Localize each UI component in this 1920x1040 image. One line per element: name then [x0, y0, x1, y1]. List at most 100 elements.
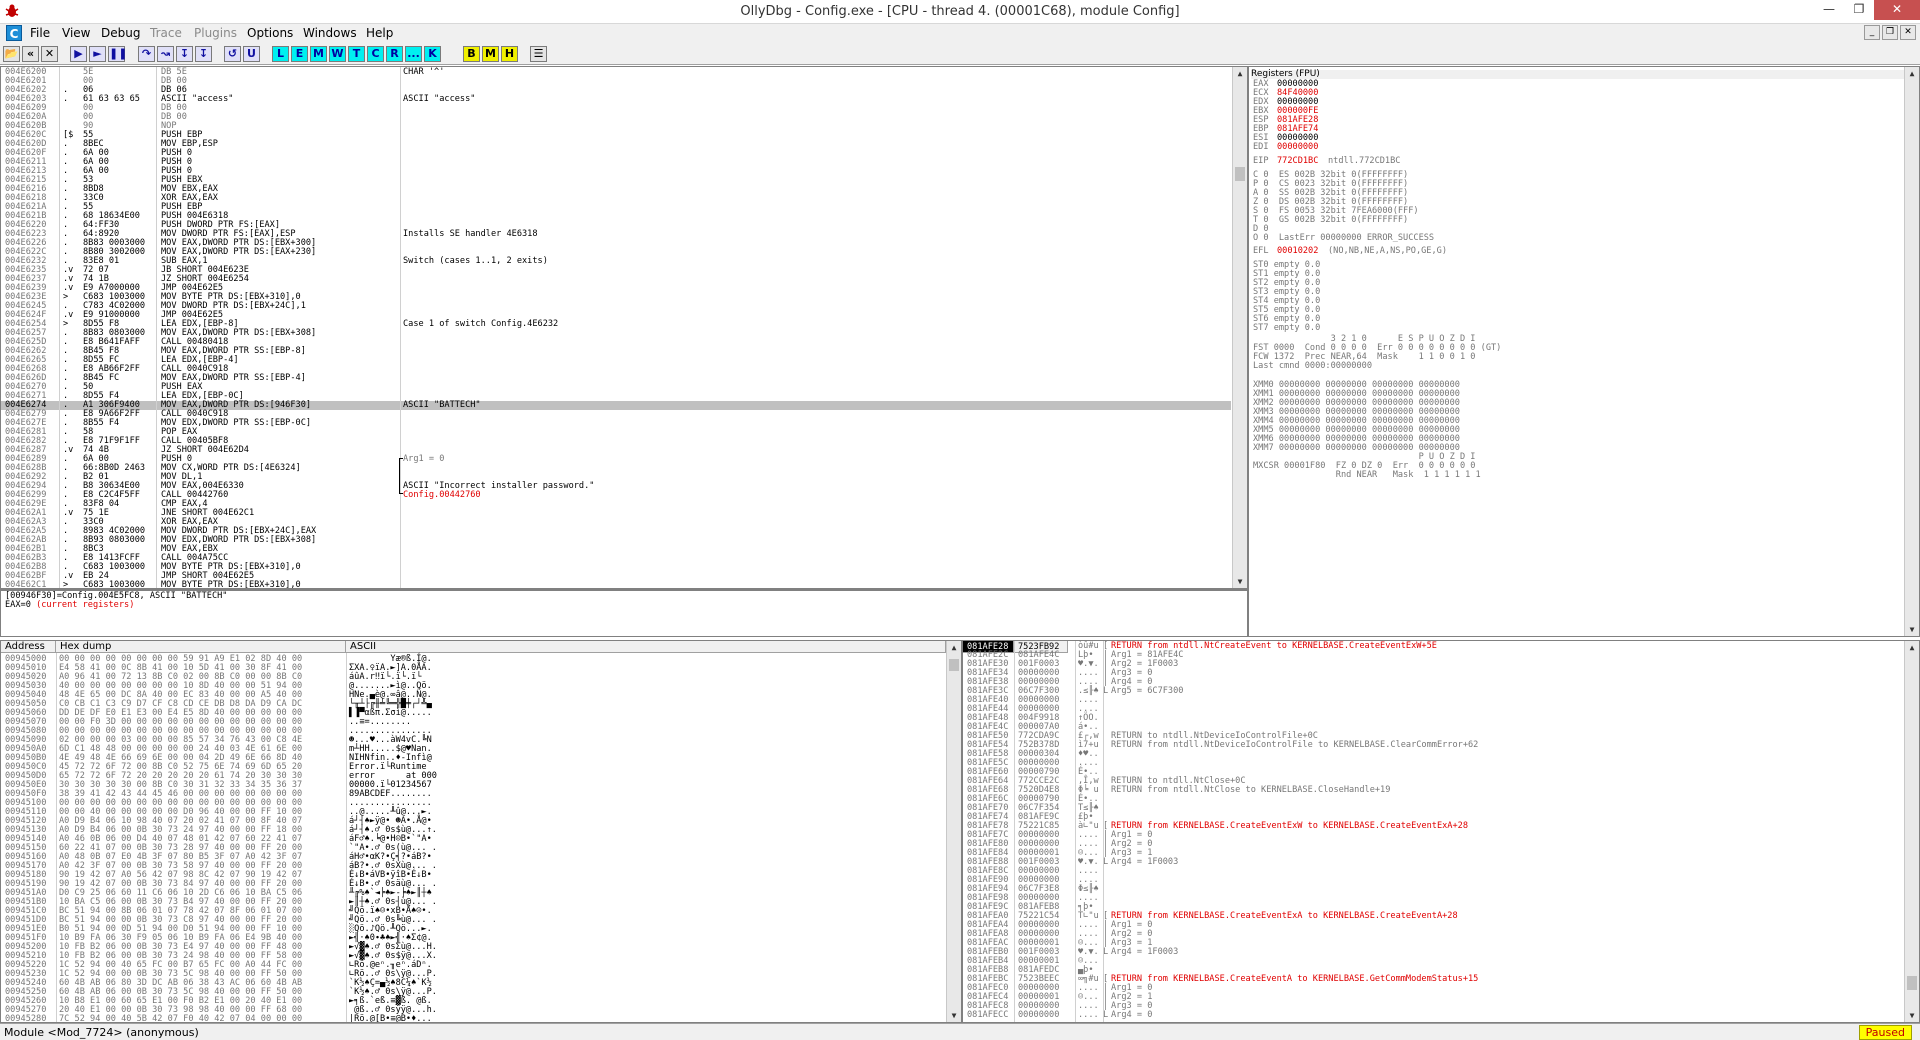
stack-row[interactable]: 081AFE90 00000000.... [963, 876, 1903, 885]
dump-ascii: |Rö.@[B•≡@B•♦... [349, 1015, 432, 1023]
memory-map-button[interactable]: M [482, 46, 499, 62]
stack-row[interactable]: 081AFE40 00000000.... [963, 696, 1903, 705]
menu-help[interactable]: Help [366, 26, 393, 40]
menu-bar: C File View Debug Trace Plugins Options … [0, 24, 1920, 43]
pause-icon[interactable]: ❚❚ [108, 46, 125, 62]
menu-trace[interactable]: Trace [150, 26, 182, 40]
register-value: 00000000 [1277, 143, 1318, 152]
list-icon[interactable]: ☰ [530, 46, 547, 62]
stack-row[interactable]: 081AFE3C 06C7F300 .≤╟♠ L Arg5 = 6C7F300 [963, 687, 1903, 696]
stack-row[interactable]: 081AFEB0 001F0003 ♥.▼. L Arg4 = 1F0003 [963, 948, 1903, 957]
menu-options[interactable]: Options [247, 26, 293, 40]
mdi-close-button[interactable]: ✕ [1900, 25, 1916, 40]
run-trace-window-button[interactable]: ... [405, 46, 422, 62]
mdi-minimize-button[interactable]: _ [1864, 25, 1880, 40]
register-name: EFL [1253, 247, 1269, 256]
dump-header-address[interactable]: Address [1, 641, 56, 653]
scroll-down-icon[interactable]: ▼ [949, 1011, 959, 1020]
close-button[interactable]: ✕ [1874, 0, 1920, 20]
scroll-down-icon[interactable]: ▼ [1907, 625, 1917, 634]
stack-row[interactable]: 081AFE98 00000000.... [963, 894, 1903, 903]
scroll-thumb[interactable] [949, 659, 959, 671]
stack-row[interactable]: 081AFE4C 000007A0 á•.. [963, 723, 1903, 732]
scroll-down-icon[interactable]: ▼ [1235, 577, 1245, 586]
stack-row[interactable]: 081AFE6C 00000790 É•.. [963, 795, 1903, 804]
windows-window-button[interactable]: W [329, 46, 346, 62]
stack-row[interactable]: 081AFECC 00000000.... L Arg4 = 0 [963, 1011, 1903, 1020]
menu-view[interactable]: View [62, 26, 90, 40]
disassembly-scrollbar[interactable]: ▲ ▼ [1232, 67, 1247, 588]
stack-pane[interactable]: 081AFE28 7523FB92 ▲ ▼ òû#u[RETURN from n… [962, 640, 1920, 1023]
dump-header-ascii[interactable]: ASCII [346, 641, 946, 653]
registers-scrollbar[interactable]: ▲ ▼ [1904, 67, 1919, 636]
step-into-icon[interactable]: ↷ [138, 46, 155, 62]
scroll-thumb[interactable] [1235, 167, 1245, 181]
stack-row[interactable]: 081AFE54 752B378D ì7+u RETURN from ntdll.Nt… [963, 741, 1903, 750]
menu-windows[interactable]: Windows [303, 26, 357, 40]
scroll-thumb[interactable] [1907, 976, 1917, 990]
stack-row[interactable]: 081AFE70 06C7F354 T≤╟♠ [963, 804, 1903, 813]
cpu-window-icon[interactable]: C [6, 25, 22, 41]
stack-address: 081AFECC [967, 1011, 1008, 1020]
cpu-window-button[interactable]: C [367, 46, 384, 62]
dump-row[interactable]: 00945280 7C 52 94 00 40 5B 42 07 F0 40 42… [1, 1015, 945, 1023]
execute-till-return-icon[interactable]: ↺ [224, 46, 241, 62]
mdi-restore-button[interactable]: ❐ [1882, 25, 1898, 40]
stack-row[interactable]: 081AFE60 00000790 É•.. [963, 768, 1903, 777]
close-icon[interactable]: ✕ [41, 46, 58, 62]
open-icon[interactable]: 📂 [3, 46, 20, 62]
stack-row[interactable]: 081AFE5C 00000000.... [963, 759, 1903, 768]
execute-till-user-icon[interactable]: U [243, 46, 260, 62]
menu-file[interactable]: File [30, 26, 50, 40]
trace-into-icon[interactable]: ↧ [176, 46, 193, 62]
executables-window-button[interactable]: E [291, 46, 308, 62]
memory-window-button[interactable]: M [310, 46, 327, 62]
handles-window-button[interactable]: H [501, 46, 518, 62]
scroll-up-icon[interactable]: ▲ [1235, 69, 1245, 78]
dump-header-hex[interactable]: Hex dump [56, 641, 346, 653]
stack-comment: RETURN from KERNELBASE.CreateEventA to K… [1111, 975, 1478, 984]
minimize-button[interactable]: — [1814, 0, 1844, 20]
restart-icon[interactable]: « [22, 46, 39, 62]
stack-row[interactable]: 081AFE48 004F9918 ↑ÖO. [963, 714, 1903, 723]
restore-button[interactable]: ❐ [1844, 0, 1874, 20]
scroll-up-icon[interactable]: ▲ [1907, 69, 1917, 78]
stack-row[interactable]: 081AFEB4 00000001 ☺... [963, 957, 1903, 966]
step-over-icon[interactable]: ↝ [157, 46, 174, 62]
log-window-button[interactable]: L [272, 46, 289, 62]
stack-row[interactable]: 081AFE8C 00000000.... [963, 867, 1903, 876]
column-divider [400, 67, 401, 588]
stack-scrollbar[interactable]: ▲ ▼ [1904, 641, 1919, 1022]
dump-pane[interactable]: Address Hex dump ASCII ▲ ▼ 00945000 00 00… [0, 640, 962, 1023]
run-icon[interactable]: ▶ [70, 46, 87, 62]
stack-row[interactable]: 081AFE44 00000000.... [963, 705, 1903, 714]
stack-row[interactable]: 081AFE58 00000304 ♦♥.. [963, 750, 1903, 759]
disasm-comment: Case 1 of switch Config.4E6232 [403, 320, 558, 329]
disasm-hex: C683 1003000 [83, 581, 145, 589]
disasm-row[interactable]: 004E62C1 > C683 1003000 MOV BYTE PTR DS:[EB… [1, 581, 1231, 589]
scroll-down-icon[interactable]: ▼ [1907, 1011, 1917, 1020]
breakpoints-window-button[interactable]: B [463, 46, 480, 62]
disasm-row[interactable]: 004E620A 00 DB 00 [1, 113, 1231, 122]
stack-row[interactable]: 081AFE68 7520D4E8 Φ╘ u RETURN from ntdll.Nt… [963, 786, 1903, 795]
dump-hex: 7C 52 94 00 40 5B 42 07 F0 40 42 07 04 0… [59, 1015, 302, 1023]
dump-scrollbar[interactable]: ▲ ▼ [946, 641, 961, 1022]
scroll-up-icon[interactable]: ▲ [949, 643, 959, 652]
disassembly-pane[interactable]: ▲ ▼ 004E6200 5E DB 5E CHAR '^' 004E6201 00 DB … [0, 66, 1248, 589]
stack-row[interactable]: 081AFE94 06C7F3E8 Φ≤╟♠ [963, 885, 1903, 894]
threads-window-button[interactable]: T [348, 46, 365, 62]
references-window-button[interactable]: R [386, 46, 403, 62]
stack-row[interactable]: 081AFE64 772CCE2C ,Î,w RETURN to ntdll.NtCl… [963, 777, 1903, 786]
call-stack-window-button[interactable]: K [424, 46, 441, 62]
stack-row[interactable]: 081AFE88 001F0003 ♥.▼. L Arg4 = 1F0003 [963, 858, 1903, 867]
stack-ascii: .... [1078, 1011, 1099, 1020]
column-divider [1103, 641, 1104, 1022]
run-thread-icon[interactable]: ► [89, 46, 106, 62]
column-divider [59, 67, 60, 588]
register-value: 00010202 [1277, 247, 1318, 256]
scroll-up-icon[interactable]: ▲ [1907, 643, 1917, 652]
menu-plugins[interactable]: Plugins [194, 26, 237, 40]
menu-debug[interactable]: Debug [101, 26, 140, 40]
trace-over-icon[interactable]: ↧ [195, 46, 212, 62]
registers-pane[interactable]: Registers (FPU) ▲ ▼ EAX 00000000 ECX 84F400… [1248, 66, 1920, 637]
